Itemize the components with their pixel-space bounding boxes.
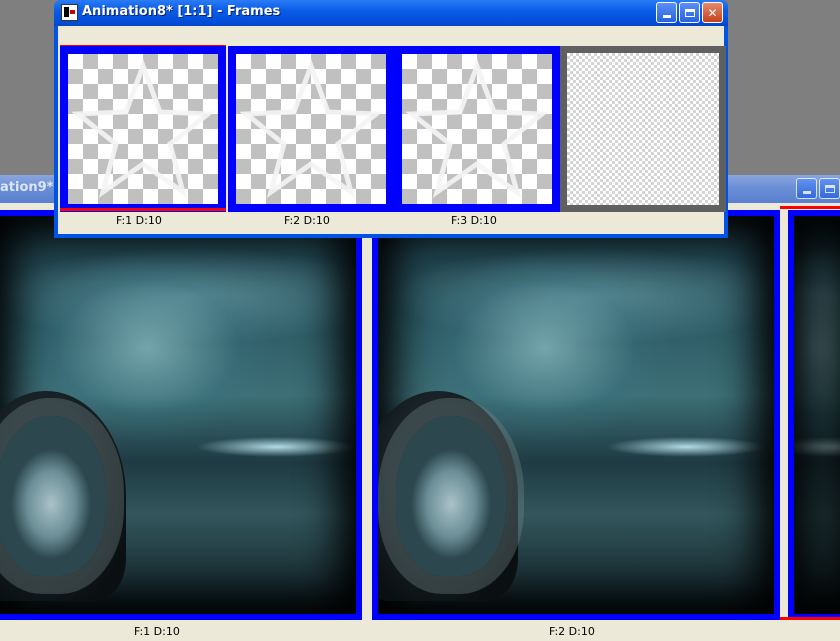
maximize-button[interactable] (679, 2, 700, 23)
woman-face (0, 416, 106, 576)
maximize-icon (824, 184, 835, 193)
fantasy-woman-moon-image (0, 216, 356, 614)
fantasy-woman-moon-image (378, 216, 774, 614)
star-outline (71, 58, 215, 199)
window-title: Animation8* [1:1] - Frames (82, 4, 281, 19)
woman-face (396, 416, 506, 576)
transparent-background (68, 54, 218, 204)
star-outline (405, 58, 549, 199)
background-frame-1-label: F:1 D:10 (134, 625, 180, 638)
fantasy-woman-moon-image (794, 216, 840, 614)
star-outline (239, 58, 383, 199)
current-frame-marker (780, 617, 840, 620)
background-maximize-button[interactable] (819, 178, 840, 199)
animation-shop-icon[interactable] (61, 4, 78, 21)
close-icon: ✕ (707, 5, 718, 20)
frame-2-label: F:2 D:10 (284, 214, 330, 227)
frames-strip: F:1 D:10 F:2 D:10 F:3 D:10 (58, 26, 726, 234)
frame-1-label: F:1 D:10 (116, 214, 162, 227)
background-frame-3-partial[interactable] (788, 210, 840, 620)
frames-window-titlebar[interactable]: Animation8* [1:1] - Frames ✕ (54, 0, 728, 26)
current-frame-marker (780, 206, 840, 209)
transparent-background (402, 54, 552, 204)
background-minimize-button[interactable] (796, 178, 817, 199)
minimize-icon (802, 191, 811, 194)
frame-thumbnail-2[interactable] (228, 46, 394, 212)
background-frame-1[interactable] (0, 210, 362, 620)
close-button[interactable]: ✕ (702, 2, 723, 23)
current-frame-marker (60, 208, 226, 211)
background-frame-2-label: F:2 D:10 (549, 625, 595, 638)
frame-thumbnail-1[interactable] (60, 46, 226, 212)
maximize-icon (684, 8, 695, 17)
background-frame-2[interactable] (372, 210, 780, 620)
minimize-icon (662, 15, 671, 18)
transparent-background (236, 54, 386, 204)
minimize-button[interactable] (656, 2, 677, 23)
transparent-background (567, 53, 719, 205)
frame-3-label: F:3 D:10 (451, 214, 497, 227)
frames-window: Animation8* [1:1] - Frames ✕ F:1 D:10 F:… (54, 0, 728, 238)
frame-thumbnail-3[interactable] (394, 46, 560, 212)
empty-frame-slot[interactable] (560, 46, 726, 212)
